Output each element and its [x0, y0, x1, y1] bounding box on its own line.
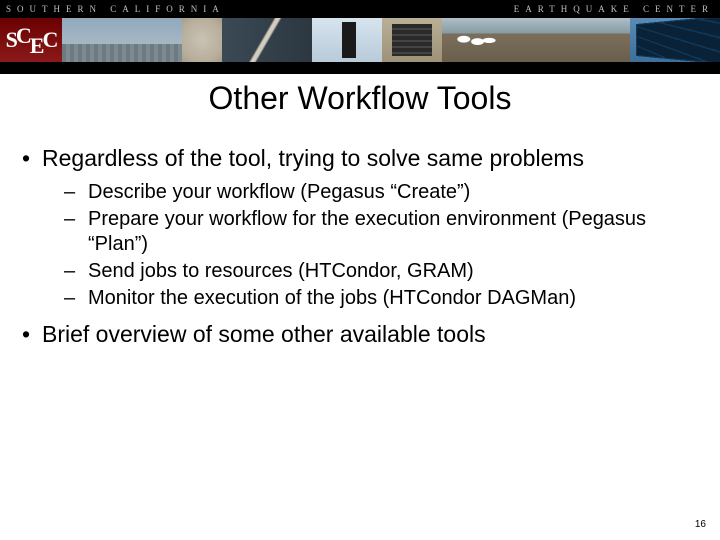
banner-photo-strip: SCEC [0, 18, 720, 62]
banner-bottom-bar [0, 62, 720, 74]
bullet-level1: • Brief overview of some other available… [22, 321, 698, 348]
photo-drill [312, 18, 382, 62]
bullet-text: Describe your workflow (Pegasus “Create”… [88, 180, 470, 205]
bullet-text: Brief overview of some other available t… [42, 321, 486, 348]
org-name-left: SOUTHERN CALIFORNIA [6, 4, 225, 14]
scec-logo-letters: SCEC [6, 27, 57, 53]
bullet-level2: – Prepare your workflow for the executio… [64, 207, 698, 257]
photo-texture [182, 18, 222, 62]
page-number: 16 [695, 519, 706, 530]
bullet-dot-icon: • [22, 321, 42, 348]
slide: SOUTHERN CALIFORNIA EARTHQUAKE CENTER SC… [0, 0, 720, 540]
bullet-dash-icon: – [64, 207, 88, 257]
bullet-text: Prepare your workflow for the execution … [88, 207, 698, 257]
bullet-level2: – Send jobs to resources (HTCondor, GRAM… [64, 259, 698, 284]
photo-collage [62, 18, 720, 62]
header-banner: SOUTHERN CALIFORNIA EARTHQUAKE CENTER SC… [0, 0, 720, 74]
bullet-text: Monitor the execution of the jobs (HTCon… [88, 286, 576, 311]
bullet-dot-icon: • [22, 145, 42, 172]
photo-server [382, 18, 442, 62]
bullet-dash-icon: – [64, 286, 88, 311]
bullet-dash-icon: – [64, 180, 88, 205]
title-area: Other Workflow Tools [0, 80, 720, 117]
photo-solar [630, 18, 720, 62]
photo-people [442, 18, 630, 62]
bullet-level2: – Describe your workflow (Pegasus “Creat… [64, 180, 698, 205]
bullet-text: Send jobs to resources (HTCondor, GRAM) [88, 259, 474, 284]
slide-title: Other Workflow Tools [0, 80, 720, 117]
bullet-dash-icon: – [64, 259, 88, 284]
slide-body: • Regardless of the tool, trying to solv… [0, 117, 720, 540]
banner-top-bar: SOUTHERN CALIFORNIA EARTHQUAKE CENTER [0, 0, 720, 18]
scec-logo: SCEC [0, 18, 62, 62]
bullet-text: Regardless of the tool, trying to solve … [42, 145, 584, 172]
photo-skyline [62, 18, 182, 62]
org-name-right: EARTHQUAKE CENTER [514, 4, 714, 14]
bullet-level2: – Monitor the execution of the jobs (HTC… [64, 286, 698, 311]
photo-fault [222, 18, 312, 62]
bullet-level1: • Regardless of the tool, trying to solv… [22, 145, 698, 172]
